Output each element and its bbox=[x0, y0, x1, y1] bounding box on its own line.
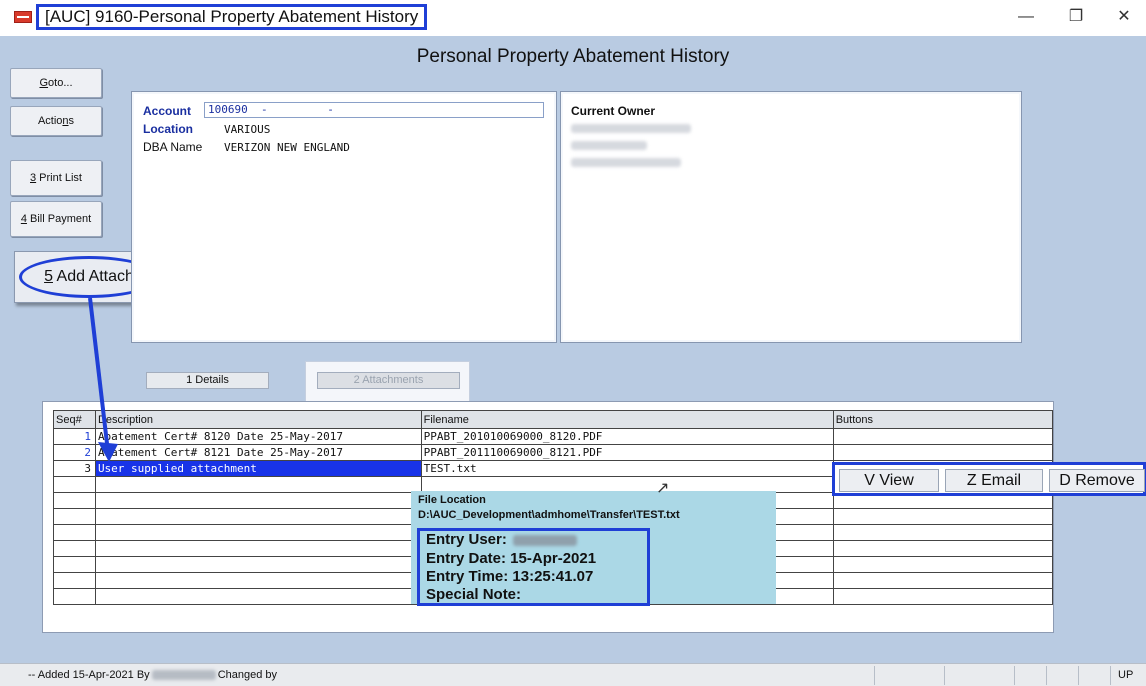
status-user-redacted bbox=[151, 670, 216, 681]
arrow-head bbox=[98, 442, 118, 462]
status-audit: -- Added 15-Apr-2021 By Changed by bbox=[28, 669, 277, 681]
status-bar: -- Added 15-Apr-2021 By Changed by UP bbox=[0, 663, 1146, 686]
status-changed: Changed by bbox=[217, 669, 278, 681]
arrow-shaft bbox=[88, 297, 110, 453]
annotation-arrow bbox=[88, 297, 118, 462]
status-added: -- Added 15-Apr-2021 By bbox=[28, 669, 150, 681]
status-separator bbox=[1078, 666, 1079, 685]
status-separator bbox=[944, 666, 945, 685]
status-separator bbox=[1046, 666, 1047, 685]
application-window: [AUC] 9160-Personal Property Abatement H… bbox=[0, 0, 1146, 686]
status-separator bbox=[1110, 666, 1111, 685]
status-mode: UP bbox=[1118, 669, 1134, 681]
status-separator bbox=[1014, 666, 1015, 685]
status-separator bbox=[874, 666, 875, 685]
